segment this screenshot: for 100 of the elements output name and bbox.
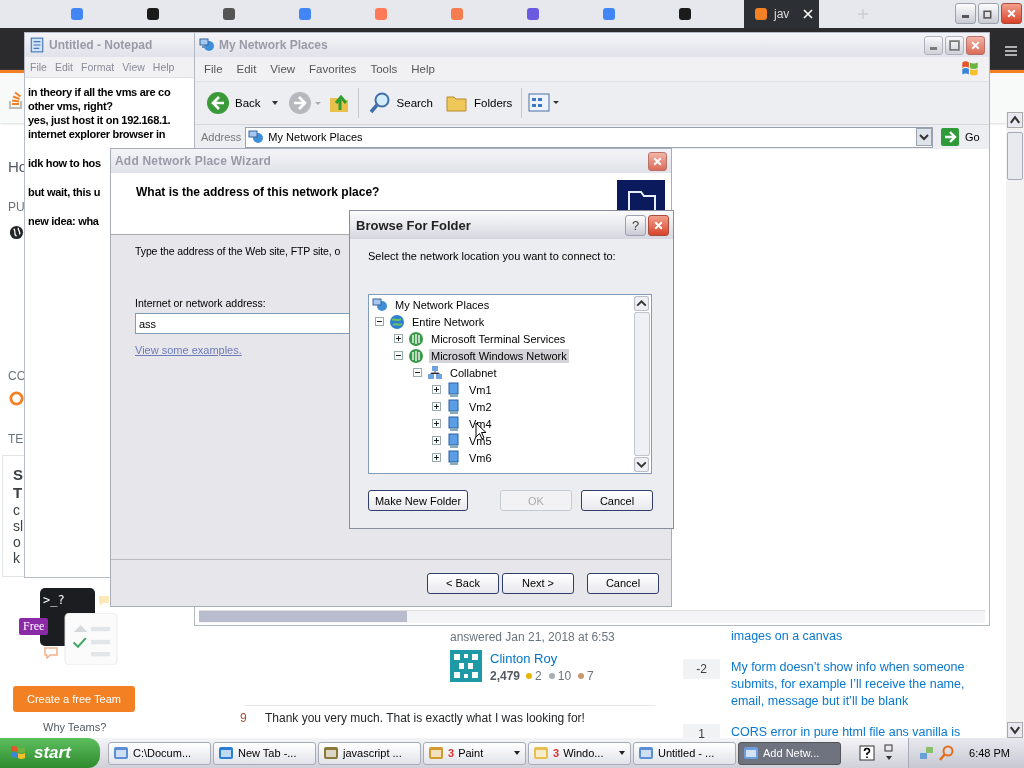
network-icon [199, 37, 215, 53]
tree-item[interactable]: Vm6 [467, 450, 494, 465]
browser-tab[interactable]: jav [744, 0, 819, 28]
dropdown-icon[interactable] [916, 128, 932, 146]
globe-icon [408, 330, 424, 347]
avatar-icon[interactable] [450, 650, 482, 682]
minimize-icon [962, 15, 969, 18]
expander-icon[interactable] [394, 351, 403, 360]
expander-icon[interactable] [413, 368, 422, 377]
wizard-button[interactable]: < Back [427, 572, 499, 594]
scroll-up-icon[interactable] [1007, 112, 1023, 128]
taskbar-button[interactable]: 3 Paint [423, 741, 526, 765]
taskbar-button[interactable]: C:\Docum... [108, 741, 211, 765]
tree-item[interactable]: Vm2 [467, 399, 494, 414]
menu-item[interactable]: File [197, 63, 230, 75]
restore-button[interactable] [978, 3, 999, 24]
close-icon [652, 155, 663, 167]
dialog-title: Browse For Folder [355, 217, 471, 233]
wizard-button[interactable]: Cancel [587, 572, 659, 594]
tree-item[interactable]: My Network Places [393, 297, 492, 312]
search-button[interactable]: Search [364, 89, 436, 117]
scroll-thumb[interactable] [199, 611, 407, 622]
task-label: javascript ... [343, 747, 402, 759]
tree-item[interactable]: Microsoft Terminal Services [429, 331, 568, 346]
checklist-drawing [62, 613, 120, 665]
scrollbar[interactable] [199, 610, 985, 623]
tree-item[interactable]: Vm1 [467, 382, 494, 397]
user-link[interactable]: Clinton Roy [490, 651, 558, 666]
task-label: Windo... [563, 747, 604, 759]
scroll-thumb[interactable] [1007, 132, 1023, 180]
favicon-icon [754, 7, 768, 21]
clock: 6:48 PM [969, 747, 1010, 759]
wizard-button[interactable]: Next > [502, 572, 574, 594]
menu-item[interactable]: View [263, 63, 303, 75]
globe-icon[interactable] [9, 225, 24, 240]
favicon-icon [602, 7, 616, 21]
window-count: 3 [553, 747, 560, 759]
globe-icon [389, 313, 405, 330]
back-button[interactable]: Back [203, 89, 282, 117]
caret-icon [513, 749, 521, 757]
note-line: yes, just host it on 192.168.1. [28, 113, 171, 127]
tree-item[interactable]: Microsoft Windows Network [429, 348, 569, 363]
taskbar-button[interactable]: New Tab -... [213, 741, 316, 765]
go-button[interactable]: Go [937, 128, 989, 146]
tree-item[interactable]: Collabnet [448, 365, 499, 380]
close-icon[interactable] [803, 9, 814, 19]
prompt-text: >_? [43, 593, 65, 607]
views-icon[interactable] [528, 92, 561, 114]
minimize-button[interactable] [955, 3, 976, 24]
scroll-thumb[interactable] [634, 312, 650, 456]
dialog-button[interactable]: Make New Folder [368, 490, 468, 511]
card-text: o [13, 534, 22, 550]
window-title: My Network Places [219, 38, 328, 52]
address-field[interactable]: My Network Places [245, 126, 933, 148]
tree-item[interactable]: Vm5 [467, 433, 494, 448]
menu-item[interactable]: Edit [229, 63, 264, 75]
expander-icon[interactable] [432, 385, 441, 394]
taskbar-button[interactable]: Add Netw... [738, 741, 841, 765]
question-link[interactable]: images on a canvas [731, 628, 981, 645]
notepad-icon [29, 37, 45, 53]
close-icon [1006, 8, 1017, 19]
expander-icon[interactable] [432, 436, 441, 445]
expander-icon[interactable] [432, 419, 441, 428]
help-button[interactable]: ? [625, 214, 646, 236]
menu-item[interactable]: Favorites [302, 63, 364, 75]
taskbar-button[interactable]: 3 Windo... [528, 741, 631, 765]
badge-count: 7 [587, 669, 594, 683]
why-teams-link[interactable]: Why Teams? [43, 721, 107, 733]
scrollbar[interactable] [633, 295, 651, 473]
close-button[interactable] [1001, 3, 1022, 24]
scroll-down-icon[interactable] [634, 457, 649, 472]
taskbar-button[interactable]: Untitled - ... [633, 741, 736, 765]
expander-icon[interactable] [375, 317, 384, 326]
note-line: internet explorer browser in [28, 127, 166, 141]
window-title: Untitled - Notepad [49, 38, 153, 52]
question-link[interactable]: My form doesn’t show info when someone submits, for example I’ll receive the name, email, message but it’ll be blank [731, 659, 981, 710]
computer-icon [446, 381, 462, 398]
scroll-down-icon[interactable] [1007, 722, 1023, 738]
scrollbar[interactable] [1006, 112, 1024, 738]
expander-icon[interactable] [432, 453, 441, 462]
field-label: Internet or network address: [135, 297, 266, 309]
taskbar-button[interactable]: javascript ... [318, 741, 421, 765]
expander-icon[interactable] [394, 334, 403, 343]
help-icon[interactable] [859, 745, 875, 761]
close-icon [653, 219, 664, 231]
dialog-button[interactable]: Cancel [581, 490, 653, 511]
caret-icon [618, 749, 626, 757]
expander-icon[interactable] [432, 402, 441, 411]
window-title: Add Network Place Wizard [115, 154, 272, 168]
search-icon [367, 91, 392, 115]
menu-item[interactable]: Tools [363, 63, 405, 75]
folders-button[interactable]: Folders [442, 89, 516, 117]
question-link[interactable]: CORS error in pure html file ans vanilla is [731, 724, 981, 741]
favicon-icon [678, 7, 692, 21]
scroll-up-icon[interactable] [634, 296, 649, 311]
close-button[interactable] [648, 214, 669, 236]
menu-item[interactable]: Help [404, 63, 442, 75]
favicon-icon [374, 7, 388, 21]
menu-icon[interactable] [1004, 45, 1018, 57]
app-icon [113, 745, 129, 761]
